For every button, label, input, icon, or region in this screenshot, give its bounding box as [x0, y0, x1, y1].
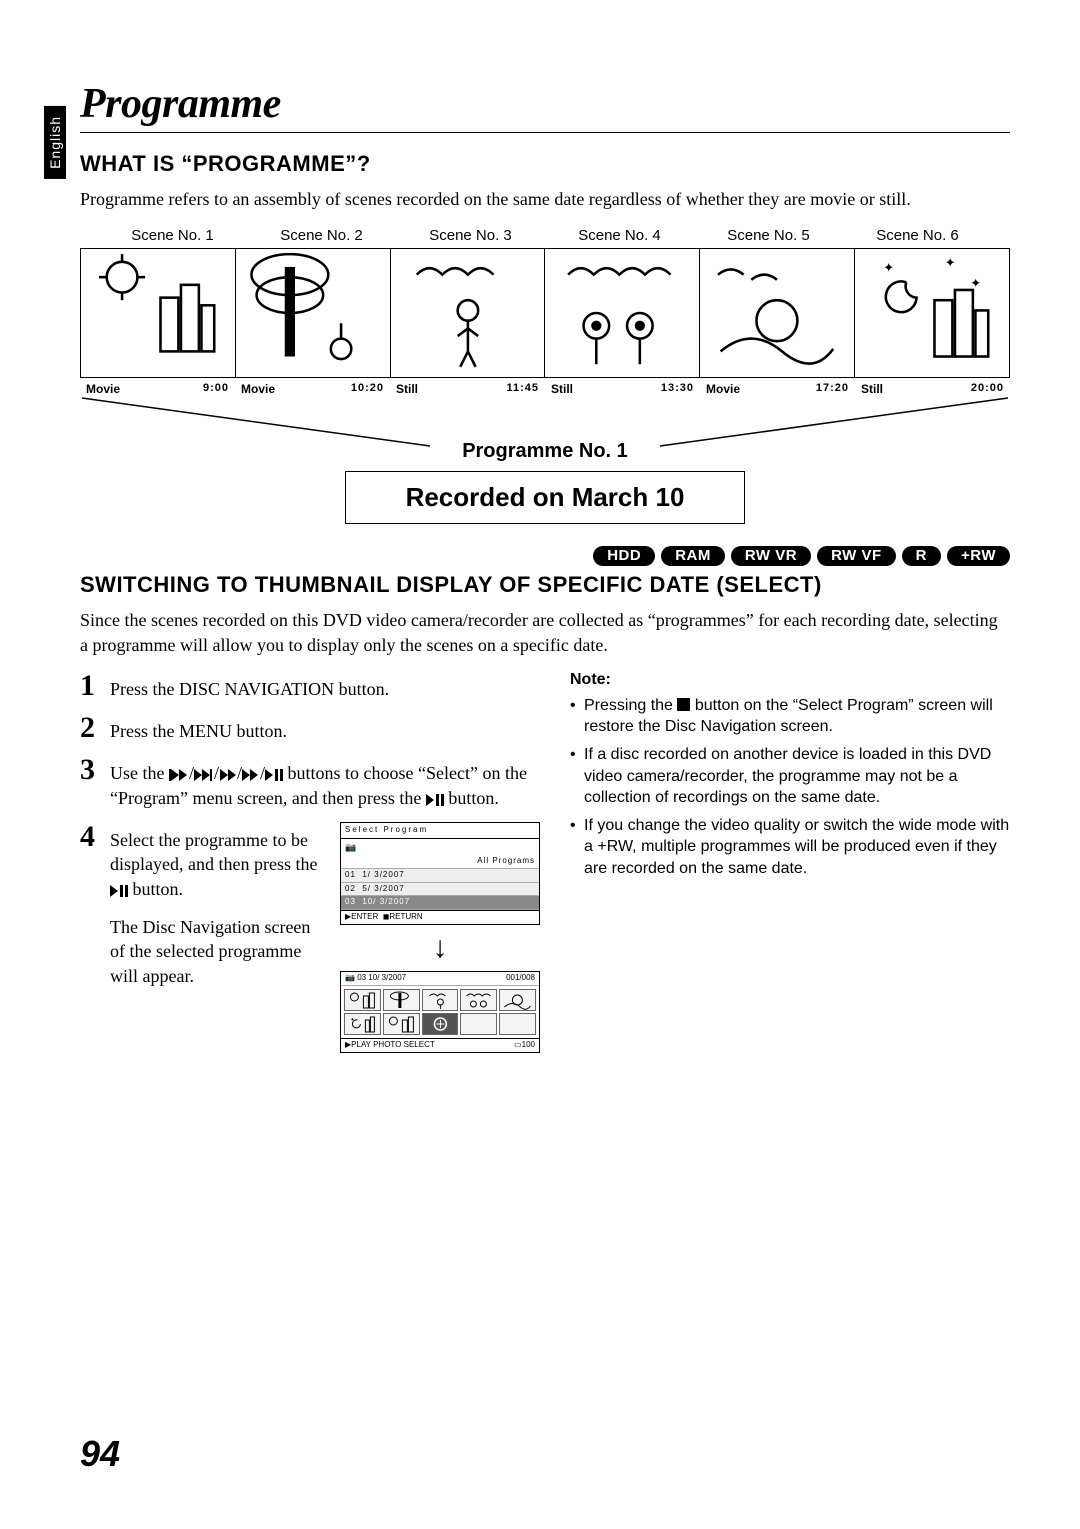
scene-time: 10:20 [351, 382, 384, 396]
scene-label: Scene No. 1 [98, 227, 247, 244]
scene-time: 9:00 [203, 382, 229, 396]
language-tab: English [44, 106, 66, 179]
disc-nav-screen: 📷 03 10/ 3/2007001/008 ✦ [340, 971, 540, 1053]
play-pause-icon [110, 885, 128, 897]
scene-time: 20:00 [971, 382, 1004, 396]
skip-back-icon [169, 769, 189, 781]
heading-switching: SWITCHING TO THUMBNAIL DISPLAY OF SPECIF… [80, 572, 1010, 598]
step-number: 1 [80, 671, 110, 701]
scene-label: Scene No. 3 [396, 227, 545, 244]
scene-label: Scene No. 5 [694, 227, 843, 244]
heading-what-is: WHAT IS “PROGRAMME”? [80, 151, 1010, 177]
svg-text:✦: ✦ [945, 256, 956, 270]
step-4: Select the programme to be displayed, an… [110, 822, 320, 1053]
media-pill: R [902, 546, 941, 566]
scene-thumb-1 [81, 249, 236, 377]
note-heading: Note: [570, 671, 1010, 689]
media-pill: RW VF [817, 546, 896, 566]
scene-type: Still [861, 382, 883, 396]
scene-thumb-3 [391, 249, 546, 377]
fast-forward-icon [242, 769, 260, 781]
scene-label: Scene No. 6 [843, 227, 992, 244]
scene-type: Movie [706, 382, 740, 396]
step-1: Press the DISC NAVIGATION button. [110, 671, 389, 701]
down-arrow-icon: ↓ [433, 933, 448, 963]
step-3: Use the //// buttons to choose “Select” … [110, 755, 540, 810]
scene-type: Still [396, 382, 418, 396]
scene-thumb-5 [700, 249, 855, 377]
play-pause-icon [265, 769, 283, 781]
scene-strip: Scene No. 1 Scene No. 2 Scene No. 3 Scen… [80, 227, 1010, 524]
note-item: Pressing the button on the “Select Progr… [570, 695, 1010, 738]
media-pill: +RW [947, 546, 1010, 566]
media-badges: HDD RAM RW VR RW VF R +RW [80, 546, 1010, 566]
intro-text: Programme refers to an assembly of scene… [80, 187, 1010, 211]
step-number: 2 [80, 713, 110, 743]
step-number: 3 [80, 755, 110, 785]
step-2: Press the MENU button. [110, 713, 287, 743]
media-pill: HDD [593, 546, 655, 566]
intro2-text: Since the scenes recorded on this DVD vi… [80, 608, 1010, 657]
page-number: 94 [80, 1433, 120, 1475]
scene-label: Scene No. 2 [247, 227, 396, 244]
note-item: If a disc recorded on another device is … [570, 744, 1010, 809]
stop-icon [677, 698, 690, 711]
recorded-date-box: Recorded on March 10 [345, 471, 745, 524]
scene-time: 13:30 [661, 382, 694, 396]
skip-forward-icon [194, 769, 214, 781]
page-title: Programme [80, 80, 1010, 133]
scene-time: 11:45 [506, 382, 539, 396]
scene-type: Movie [241, 382, 275, 396]
play-pause-icon [426, 794, 444, 806]
scene-time: 17:20 [816, 382, 849, 396]
scene-type: Movie [86, 382, 120, 396]
step-number: 4 [80, 822, 110, 852]
scene-thumb-2 [236, 249, 391, 377]
select-program-screen: Select Program 📷 All Programs 01 1/ 3/20… [340, 822, 540, 925]
scene-type: Still [551, 382, 573, 396]
rewind-icon [219, 769, 237, 781]
scene-thumb-6: ✦ ✦ ✦ [855, 249, 1009, 377]
note-item: If you change the video quality or switc… [570, 815, 1010, 880]
media-pill: RW VR [731, 546, 811, 566]
svg-text:✦: ✦ [883, 261, 894, 275]
media-pill: RAM [661, 546, 725, 566]
svg-text:✦: ✦ [970, 277, 981, 291]
scene-thumb-4 [545, 249, 700, 377]
funnel-graphic [80, 396, 1010, 456]
scene-label: Scene No. 4 [545, 227, 694, 244]
